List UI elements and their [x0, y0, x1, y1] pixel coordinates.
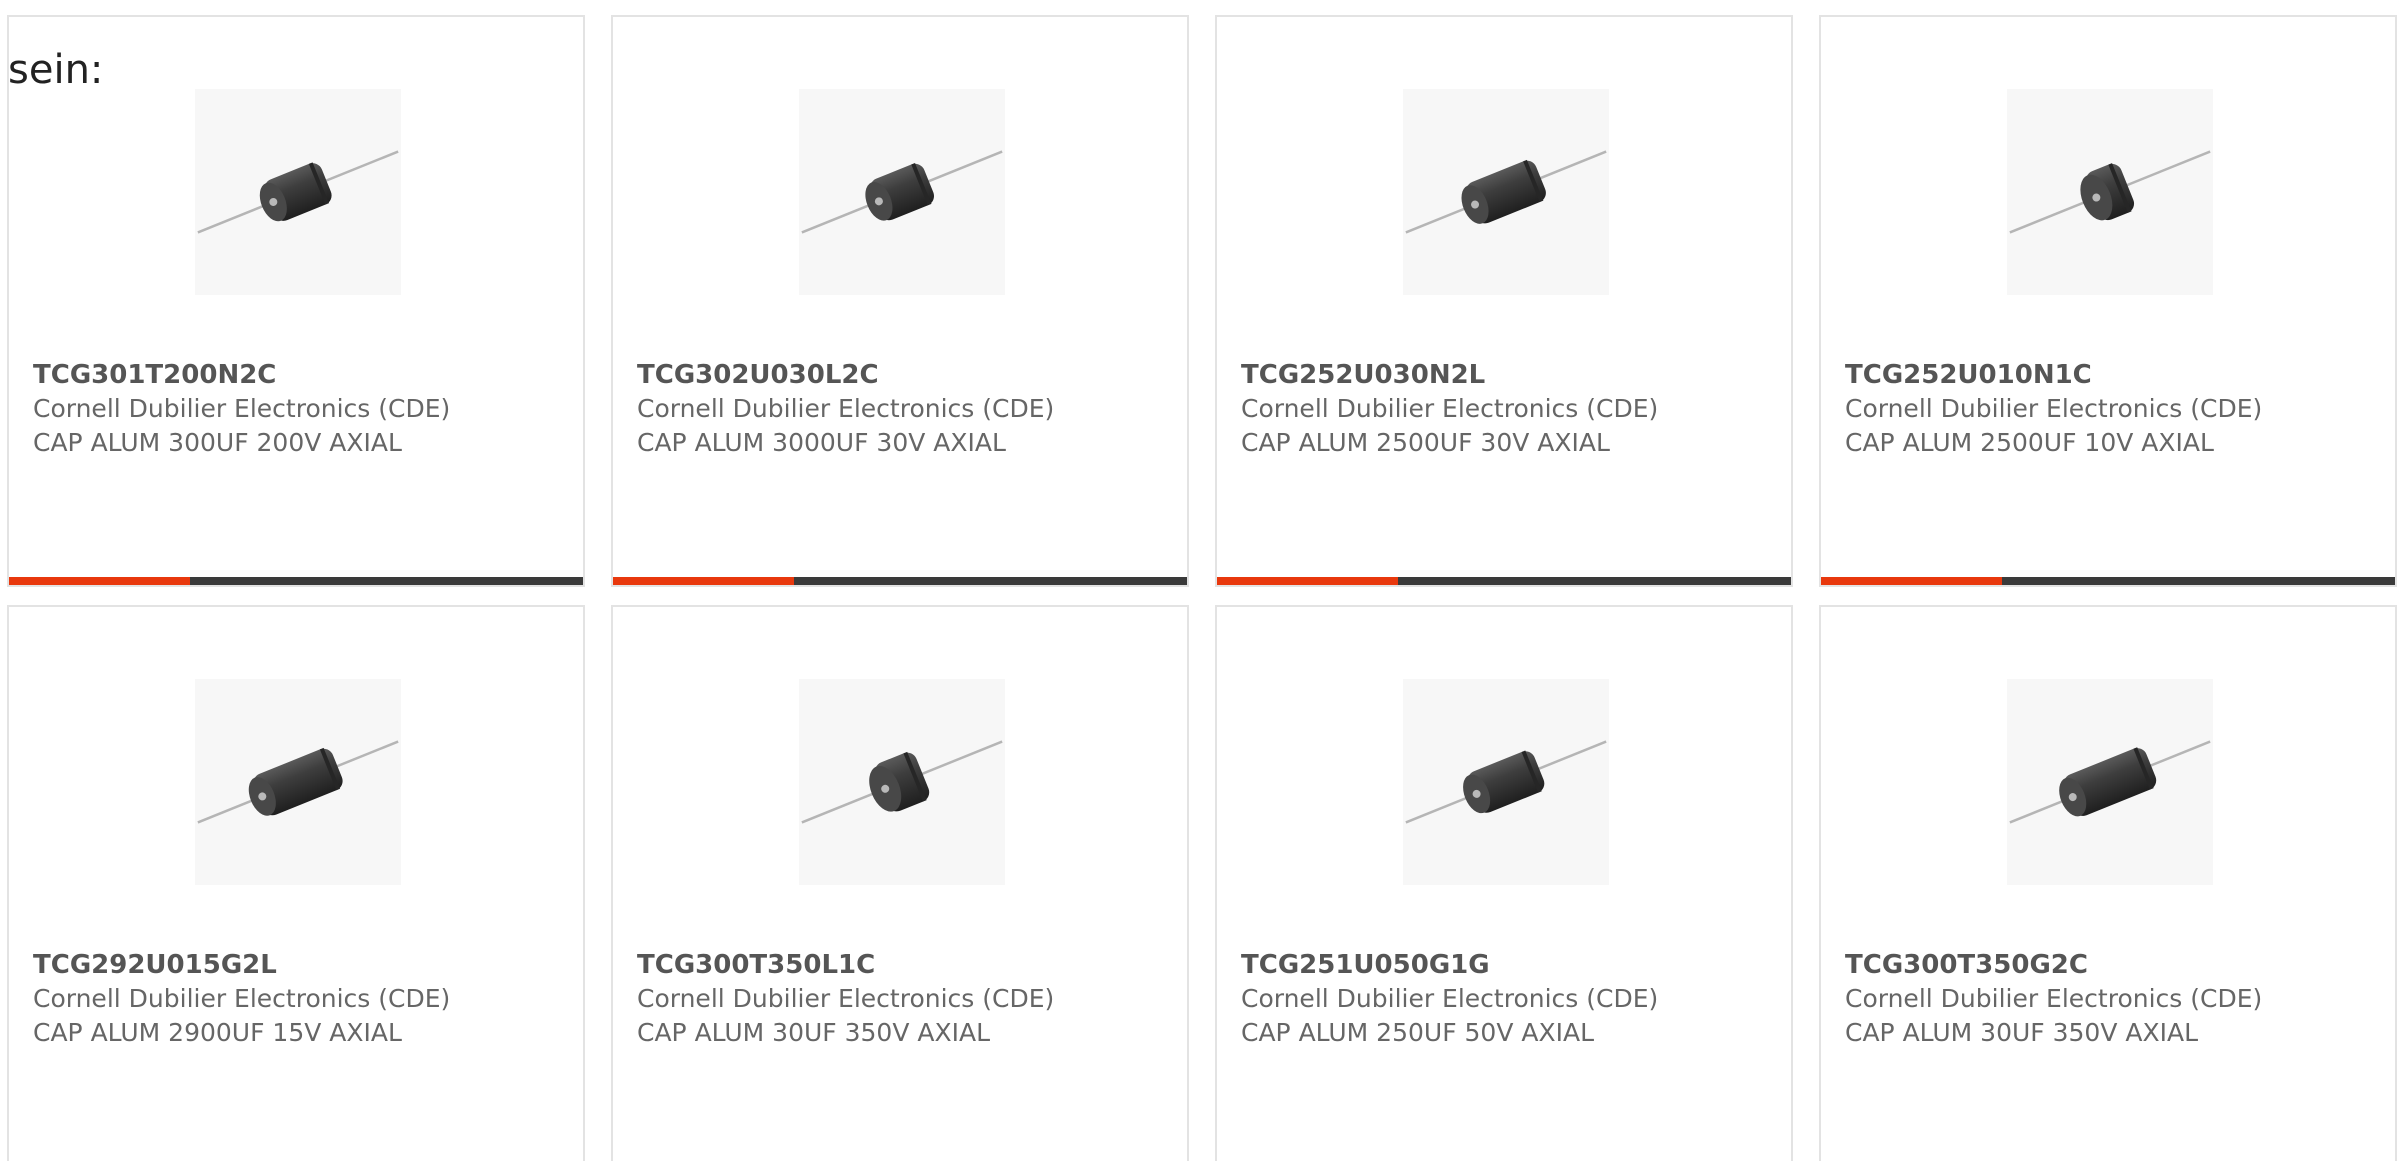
progress-bar-fill — [613, 577, 794, 585]
part-number: TCG300T350L1C — [637, 950, 876, 980]
manufacturer-name: Cornell Dubilier Electronics (CDE) — [637, 984, 1055, 1013]
product-description: CAP ALUM 300UF 200V AXIAL — [33, 428, 402, 457]
page: sein: TCG301T200N2C Cornell Dubilier Ele… — [0, 0, 2400, 1161]
part-number: TCG301T200N2C — [33, 360, 277, 390]
product-card[interactable]: TCG251U050G1G Cornell Dubilier Electroni… — [1215, 605, 1793, 1161]
part-number: TCG292U015G2L — [33, 950, 277, 980]
capacitor-axial-svg — [197, 740, 399, 824]
progress-bar-fill — [1217, 577, 1398, 585]
product-card[interactable]: TCG301T200N2C Cornell Dubilier Electroni… — [7, 15, 585, 587]
capacitor-axial-image — [1403, 679, 1609, 885]
product-card[interactable]: TCG252U030N2L Cornell Dubilier Electroni… — [1215, 15, 1793, 587]
part-number: TCG252U030N2L — [1241, 360, 1486, 390]
progress-bar — [9, 577, 583, 585]
progress-bar-fill — [9, 577, 190, 585]
product-card[interactable]: TCG300T350L1C Cornell Dubilier Electroni… — [611, 605, 1189, 1161]
product-description: CAP ALUM 30UF 350V AXIAL — [1845, 1018, 2199, 1047]
product-card[interactable]: TCG252U010N1C Cornell Dubilier Electroni… — [1819, 15, 2397, 587]
capacitor-axial-svg — [1405, 740, 1607, 824]
capacitor-axial-image — [195, 679, 401, 885]
manufacturer-name: Cornell Dubilier Electronics (CDE) — [1241, 394, 1659, 423]
product-description: CAP ALUM 30UF 350V AXIAL — [637, 1018, 991, 1047]
manufacturer-name: Cornell Dubilier Electronics (CDE) — [1241, 984, 1659, 1013]
intro-text: sein: — [8, 47, 104, 93]
progress-bar — [613, 577, 1187, 585]
product-card[interactable]: TCG302U030L2C Cornell Dubilier Electroni… — [611, 15, 1189, 587]
part-number: TCG300T350G2C — [1845, 950, 2088, 980]
product-grid: TCG301T200N2C Cornell Dubilier Electroni… — [7, 15, 2397, 1161]
product-description: CAP ALUM 2900UF 15V AXIAL — [33, 1018, 402, 1047]
capacitor-axial-image — [799, 679, 1005, 885]
capacitor-axial-image — [2007, 89, 2213, 295]
progress-bar — [1821, 577, 2395, 585]
manufacturer-name: Cornell Dubilier Electronics (CDE) — [1845, 394, 2263, 423]
capacitor-axial-svg — [2009, 740, 2211, 824]
capacitor-axial-svg — [1405, 150, 1607, 234]
product-description: CAP ALUM 250UF 50V AXIAL — [1241, 1018, 1595, 1047]
product-description: CAP ALUM 2500UF 10V AXIAL — [1845, 428, 2214, 457]
capacitor-axial-image — [1403, 89, 1609, 295]
manufacturer-name: Cornell Dubilier Electronics (CDE) — [33, 394, 451, 423]
capacitor-axial-svg — [801, 740, 1003, 824]
capacitor-axial-svg — [801, 150, 1003, 234]
manufacturer-name: Cornell Dubilier Electronics (CDE) — [33, 984, 451, 1013]
product-card[interactable]: TCG300T350G2C Cornell Dubilier Electroni… — [1819, 605, 2397, 1161]
manufacturer-name: Cornell Dubilier Electronics (CDE) — [1845, 984, 2263, 1013]
product-card[interactable]: TCG292U015G2L Cornell Dubilier Electroni… — [7, 605, 585, 1161]
progress-bar-fill — [1821, 577, 2002, 585]
part-number: TCG302U030L2C — [637, 360, 879, 390]
capacitor-axial-image — [799, 89, 1005, 295]
product-description: CAP ALUM 2500UF 30V AXIAL — [1241, 428, 1610, 457]
progress-bar — [1217, 577, 1791, 585]
part-number: TCG252U010N1C — [1845, 360, 2092, 390]
capacitor-axial-image — [195, 89, 401, 295]
part-number: TCG251U050G1G — [1241, 950, 1490, 980]
capacitor-axial-image — [2007, 679, 2213, 885]
capacitor-axial-svg — [2009, 150, 2211, 234]
capacitor-axial-svg — [197, 150, 399, 234]
manufacturer-name: Cornell Dubilier Electronics (CDE) — [637, 394, 1055, 423]
product-description: CAP ALUM 3000UF 30V AXIAL — [637, 428, 1006, 457]
